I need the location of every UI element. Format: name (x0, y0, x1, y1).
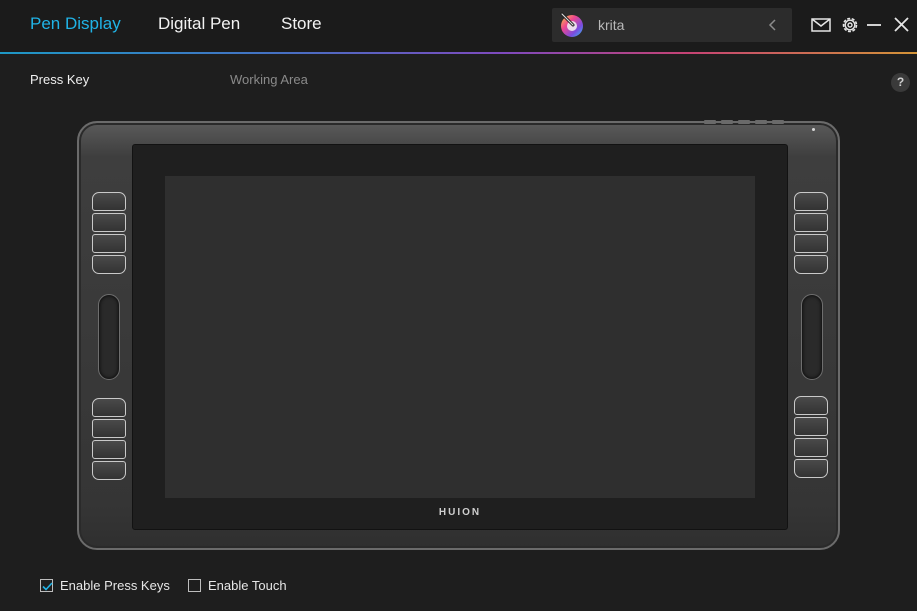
display-screen (165, 176, 755, 498)
press-key-right-7[interactable] (794, 438, 828, 457)
mail-icon[interactable] (810, 14, 832, 36)
power-led (812, 128, 815, 131)
minimize-icon[interactable] (864, 14, 886, 36)
press-key-right-2[interactable] (794, 213, 828, 232)
press-key-left-4[interactable] (92, 255, 126, 274)
enable-touch-checkbox[interactable] (188, 579, 201, 592)
press-key-left-1[interactable] (92, 192, 126, 211)
enable-press-keys-checkbox[interactable] (40, 579, 53, 592)
press-key-right-4[interactable] (794, 255, 828, 274)
touch-strip-right[interactable] (801, 294, 823, 380)
close-icon[interactable] (891, 14, 913, 36)
press-key-right-5[interactable] (794, 396, 828, 415)
tablet-top-button (738, 120, 750, 124)
press-key-left-7[interactable] (92, 440, 126, 459)
tablet-top-button (704, 120, 716, 124)
touch-strip-left[interactable] (98, 294, 120, 380)
enable-press-keys-label: Enable Press Keys (60, 578, 170, 593)
right-top-key-group (794, 192, 828, 274)
press-key-left-3[interactable] (92, 234, 126, 253)
help-button[interactable]: ? (891, 73, 910, 92)
pen-display-tablet: HUION (77, 120, 840, 550)
header-divider (0, 52, 917, 54)
brand-logo: HUION (438, 507, 482, 518)
press-key-left-2[interactable] (92, 213, 126, 232)
checkmark-icon (42, 582, 53, 591)
press-key-right-6[interactable] (794, 417, 828, 436)
tab-pen-display[interactable]: Pen Display (30, 14, 121, 34)
tab-store[interactable]: Store (281, 14, 322, 34)
tablet-top-button (772, 120, 784, 124)
tab-digital-pen[interactable]: Digital Pen (158, 14, 240, 34)
right-bottom-key-group (794, 396, 828, 478)
app-selector[interactable]: krita (552, 8, 792, 42)
press-key-right-3[interactable] (794, 234, 828, 253)
left-bottom-key-group (92, 398, 126, 480)
enable-touch-option[interactable]: Enable Touch (188, 578, 287, 593)
tablet-top-button (721, 120, 733, 124)
tablet-top-buttons (704, 120, 784, 125)
left-top-key-group (92, 192, 126, 274)
subtab-press-key[interactable]: Press Key (30, 72, 89, 87)
krita-logo-icon (560, 12, 583, 37)
press-key-right-1[interactable] (794, 192, 828, 211)
enable-press-keys-option[interactable]: Enable Press Keys (40, 578, 170, 593)
press-key-left-6[interactable] (92, 419, 126, 438)
subtab-working-area[interactable]: Working Area (230, 72, 308, 87)
gear-icon[interactable] (839, 14, 861, 36)
screen-bezel: HUION (132, 144, 788, 530)
selected-app-name: krita (598, 17, 625, 33)
press-key-right-8[interactable] (794, 459, 828, 478)
press-key-left-8[interactable] (92, 461, 126, 480)
press-key-left-5[interactable] (92, 398, 126, 417)
enable-touch-label: Enable Touch (208, 578, 287, 593)
tablet-top-button (755, 120, 767, 124)
top-bar: Pen Display Digital Pen Store krita (0, 0, 917, 54)
chevron-left-icon[interactable] (766, 17, 780, 33)
